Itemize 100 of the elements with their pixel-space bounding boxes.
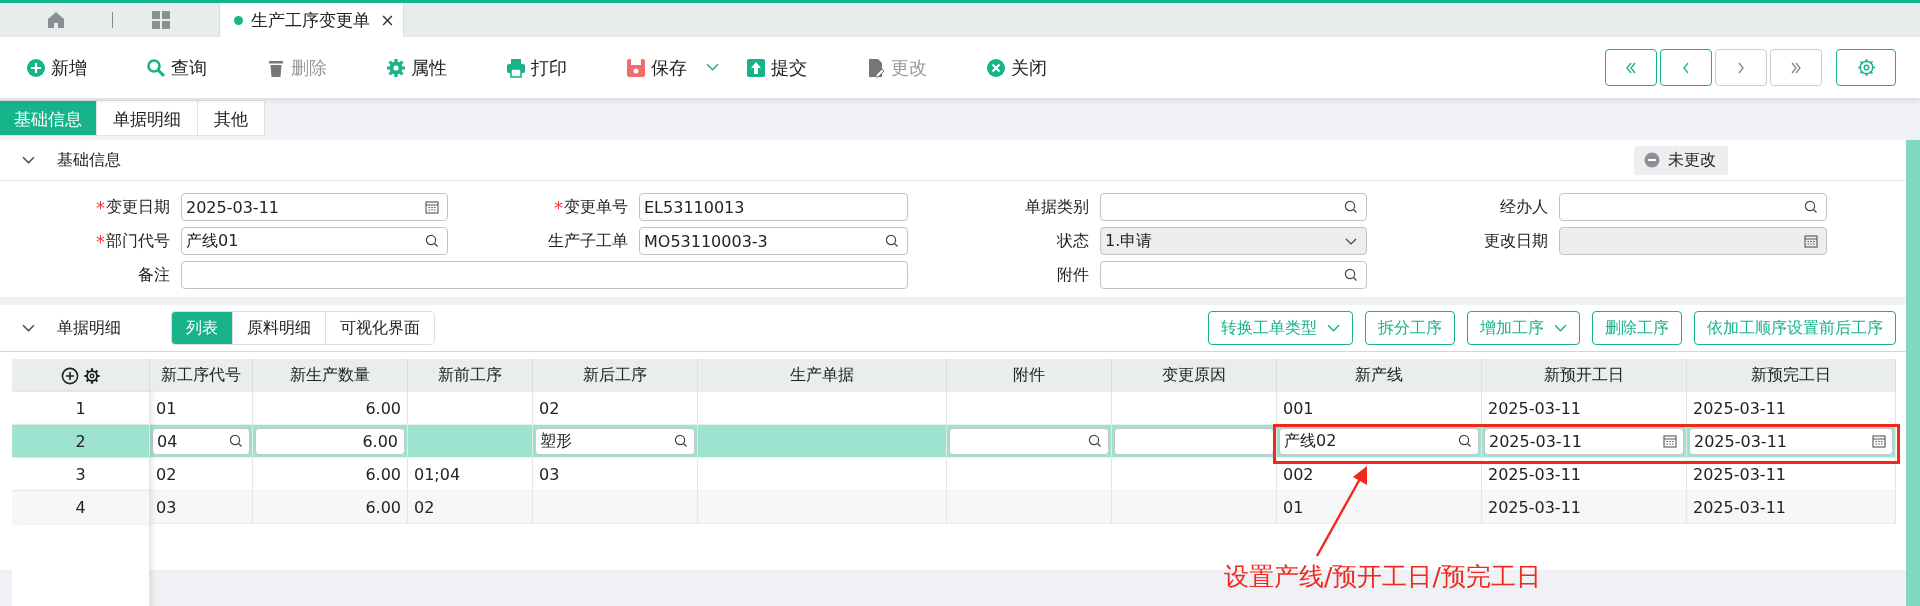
search-icon	[674, 434, 688, 448]
scrollbar-thumb[interactable]	[1906, 140, 1920, 606]
home-icon[interactable]	[46, 10, 66, 30]
column-header[interactable]: 新工序代号	[150, 359, 253, 392]
field-label: 生产子工单	[548, 230, 628, 252]
upload-icon	[746, 57, 766, 78]
grid-icon[interactable]	[151, 10, 171, 30]
add-button[interactable]: 新增	[22, 49, 142, 86]
table-cell: 2025-03-11	[1482, 491, 1687, 524]
field-label: 单据类别	[1025, 196, 1089, 218]
cell-input[interactable]: 产线02	[1279, 427, 1479, 455]
field-label: 部门代号	[106, 230, 170, 252]
save-button[interactable]: 保存	[622, 49, 742, 86]
column-header[interactable]: 附件	[947, 359, 1112, 392]
view-tab[interactable]: 可视化界面	[325, 312, 434, 344]
gear-icon	[1855, 57, 1877, 78]
status-text: 未更改	[1668, 149, 1716, 171]
close-button[interactable]: 关闭	[982, 49, 1102, 86]
cell-input[interactable]	[949, 427, 1109, 455]
annotation-text: 设置产线/预开工日/预完工日	[1224, 561, 1541, 593]
row-number[interactable]: 1	[12, 392, 150, 425]
minus-circle-icon	[1644, 152, 1660, 168]
calendar-icon	[425, 200, 439, 214]
required-mark: *	[554, 196, 563, 218]
field-label: 附件	[1057, 264, 1089, 286]
input-field[interactable]: 产线01	[181, 227, 448, 255]
column-header[interactable]: 变更原因	[1112, 359, 1277, 392]
table-cell: 2025-03-11	[1482, 458, 1687, 491]
search-icon	[146, 57, 166, 78]
column-header[interactable]: 新生产数量	[253, 359, 408, 392]
calendar-icon	[1872, 434, 1886, 448]
field-label: 更改日期	[1484, 230, 1548, 252]
search-icon	[229, 434, 243, 448]
required-mark: *	[96, 196, 105, 218]
chevron-icon[interactable]	[22, 323, 35, 333]
section-title: 基础信息	[57, 149, 121, 171]
table-cell: 01;04	[408, 458, 533, 491]
table-cell: 01	[1277, 491, 1482, 524]
table-cell: 6.00	[253, 458, 408, 491]
table-cell: 02	[150, 458, 253, 491]
cell-input[interactable]: 2025-03-11	[1484, 427, 1684, 455]
column-header[interactable]: 新后工序	[533, 359, 698, 392]
form-tab[interactable]: 其他	[198, 100, 265, 136]
table-cell: 02	[408, 491, 533, 524]
input-field[interactable]	[1100, 193, 1367, 221]
cell-input[interactable]: 6.00	[255, 427, 405, 455]
search-icon	[1344, 200, 1358, 214]
input-field[interactable]: 2025-03-11	[181, 193, 448, 221]
close-icon[interactable]	[382, 14, 393, 26]
plus-circle-icon	[26, 57, 46, 78]
input-field[interactable]: EL53110013	[639, 193, 908, 221]
properties-button[interactable]: 属性	[382, 49, 502, 86]
document-tab[interactable]: 生产工序变更单	[219, 3, 404, 37]
print-button[interactable]: 打印	[502, 49, 622, 86]
search-icon	[1344, 268, 1358, 282]
table-cell: 2025-03-11	[1687, 491, 1896, 524]
column-header[interactable]: 新前工序	[408, 359, 533, 392]
settings-icon[interactable]	[82, 366, 101, 385]
row-number[interactable]: 4	[12, 491, 150, 524]
settings-button[interactable]	[1836, 49, 1896, 86]
cell-input[interactable]: 04	[152, 427, 250, 455]
field-label: 备注	[138, 264, 170, 286]
search-icon	[1088, 434, 1102, 448]
submit-button[interactable]: 提交	[742, 49, 862, 86]
table-cell: 2025-03-11	[1687, 458, 1896, 491]
column-header[interactable]: 新产线	[1277, 359, 1482, 392]
input-field[interactable]	[181, 261, 908, 289]
field-label: 经办人	[1500, 196, 1548, 218]
query-button[interactable]: 查询	[142, 49, 262, 86]
column-header[interactable]: 生产单据	[698, 359, 947, 392]
prev-page-button[interactable]	[1660, 49, 1712, 86]
cell-input[interactable]: 2025-03-11	[1689, 427, 1893, 455]
field-label: 状态	[1057, 230, 1089, 252]
column-header[interactable]: 新预完工日	[1687, 359, 1896, 392]
table-cell: 6.00	[253, 392, 408, 425]
close-icon	[986, 57, 1006, 78]
add-row-icon[interactable]	[60, 366, 79, 385]
column-header[interactable]: 新预开工日	[1482, 359, 1687, 392]
search-icon	[885, 234, 899, 248]
cell-input[interactable]: 塑形	[535, 427, 695, 455]
chevron-icon[interactable]	[22, 155, 35, 165]
table-cell: 03	[150, 491, 253, 524]
table-cell: 03	[533, 458, 698, 491]
input-field[interactable]	[1559, 193, 1827, 221]
row-number[interactable]: 2	[12, 425, 150, 458]
document-edit-icon	[866, 57, 886, 78]
view-tab[interactable]: 原料明细	[232, 312, 325, 344]
active-dot	[234, 15, 243, 25]
input-field[interactable]	[1100, 261, 1367, 289]
row-number[interactable]: 3	[12, 458, 150, 491]
table-cell: 01	[150, 392, 253, 425]
field-label: 变更单号	[564, 196, 628, 218]
required-mark: *	[96, 230, 105, 252]
calendar-icon	[1663, 434, 1677, 448]
form-tab[interactable]: 单据明细	[97, 100, 198, 136]
section-title: 单据明细	[57, 317, 121, 339]
input-field[interactable]: MO53110003-3	[639, 227, 908, 255]
first-page-button[interactable]	[1605, 49, 1657, 86]
field-label: 变更日期	[106, 196, 170, 218]
cell-input[interactable]	[1114, 427, 1274, 455]
